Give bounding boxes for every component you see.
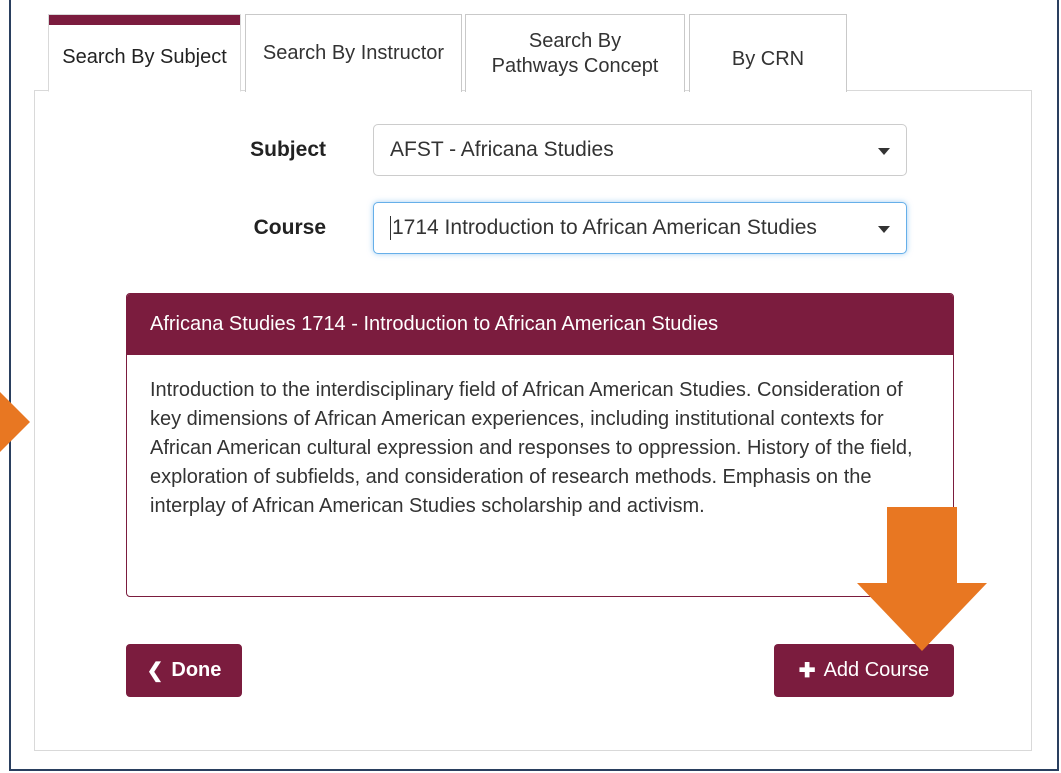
- tab-search-by-subject[interactable]: Search By Subject: [48, 14, 241, 92]
- plus-icon: ✚: [798, 660, 816, 682]
- arrow-head: [857, 583, 987, 651]
- course-description: Introduction to the interdisciplinary fi…: [150, 379, 913, 517]
- highlight-arrow-down-icon: [857, 507, 987, 652]
- tab-search-by-pathways-concept[interactable]: Search By Pathways Concept: [465, 14, 685, 92]
- tab-search-by-instructor[interactable]: Search By Instructor: [245, 14, 462, 92]
- course-row: Course 1714 Introduction to African Amer…: [206, 202, 907, 254]
- course-details-card: Africana Studies 1714 - Introduction to …: [126, 293, 954, 597]
- chevron-left-icon: ❮: [146, 660, 164, 682]
- tab-label: Search By Pathways Concept: [491, 29, 659, 77]
- done-button-label: Done: [171, 659, 222, 681]
- tab-label: Search By Subject: [62, 45, 227, 68]
- caret-down-icon: [878, 226, 890, 233]
- course-label: Course: [253, 216, 326, 239]
- tab-label: Search By Instructor: [262, 42, 445, 64]
- tab-label: By CRN: [731, 48, 805, 70]
- subject-select[interactable]: AFST - Africana Studies: [373, 124, 907, 176]
- add-course-button-label: Add Course: [823, 659, 930, 681]
- caret-down-icon: [878, 148, 890, 155]
- subject-label: Subject: [250, 138, 326, 161]
- subject-select-value: AFST - Africana Studies: [390, 138, 614, 161]
- subject-row: Subject AFST - Africana Studies: [206, 124, 907, 176]
- done-button[interactable]: ❮ Done: [126, 644, 242, 697]
- highlight-arrow-right-icon: [0, 392, 30, 452]
- arrow-shaft: [887, 507, 957, 583]
- tab-by-crn[interactable]: By CRN: [689, 14, 847, 92]
- text-cursor: [390, 216, 391, 240]
- course-select[interactable]: 1714 Introduction to African American St…: [373, 202, 907, 254]
- course-title: Africana Studies 1714 - Introduction to …: [127, 294, 953, 355]
- course-select-value: 1714 Introduction to African American St…: [392, 216, 817, 239]
